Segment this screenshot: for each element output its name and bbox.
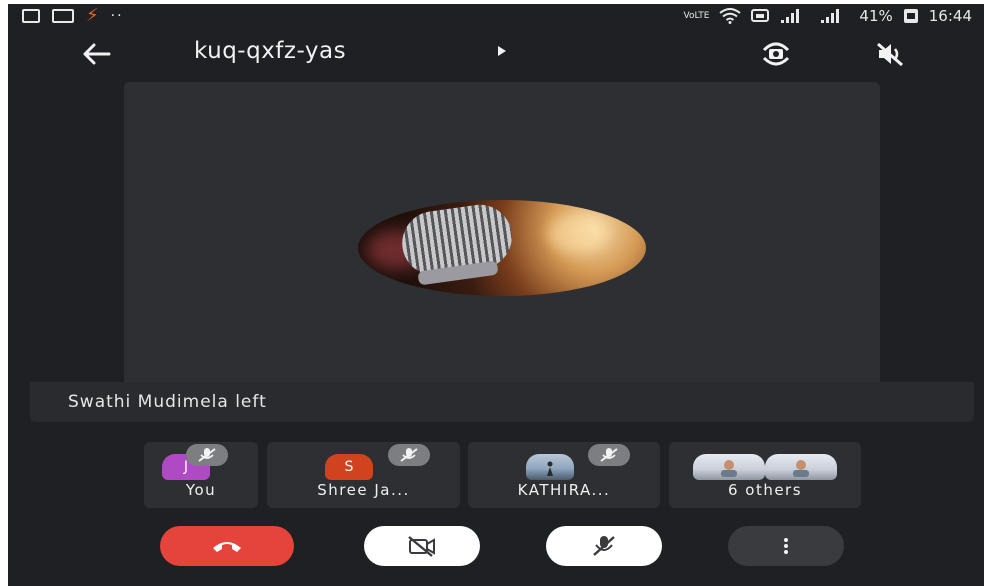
participant-chip-kathira[interactable]: KATHIRA... [468,442,660,508]
switch-camera-icon [762,42,790,66]
mic-off-icon [186,444,228,466]
call-header: kuq-qxfz-yas [8,32,984,76]
meet-screen: ⚡ ·· VoLTE 41% 16:44 kuq-qxfz-yas Swathi… [8,4,984,586]
camera-toggle-button[interactable] [364,526,480,566]
more-dots-icon: ·· [110,8,124,24]
camera-off-icon [408,536,435,557]
mic-off-icon [593,536,615,556]
notice-text: Swathi Mudimela left [68,392,267,412]
participant-name: KATHIRA... [517,481,611,499]
end-call-button[interactable] [160,526,294,566]
avatar-2 [765,454,837,480]
status-bar: ⚡ ·· VoLTE 41% 16:44 [8,4,984,32]
participant-name: Shree Ja... [317,481,410,499]
main-video-tile[interactable] [124,82,880,382]
battery-saver-icon [903,9,918,23]
arrow-back-icon [83,43,111,65]
card-icon [52,9,74,23]
more-options-button[interactable] [728,526,844,566]
mic-toggle-button[interactable] [546,526,662,566]
bolt-icon: ⚡ [86,5,99,26]
speaker-button[interactable] [870,36,910,72]
participant-name: 6 others [727,481,803,499]
avatar-initial: S [344,459,354,475]
participant-chip-others[interactable]: 6 others [669,442,861,508]
switch-camera-button[interactable] [756,36,796,72]
avatar: S [325,454,373,480]
status-right: VoLTE 41% 16:44 [683,7,972,25]
cast-icon [751,9,770,22]
participant-name: You [185,481,217,499]
mic-off-icon [388,444,430,466]
call-controls [8,524,984,570]
signal-icon-2 [821,9,840,23]
battery-percent: 41% [859,7,893,25]
clock: 16:44 [928,7,972,25]
meeting-code[interactable]: kuq-qxfz-yas [194,38,346,64]
avatar [526,454,574,480]
signal-icon [781,9,800,23]
participant-avatar-image [358,200,646,296]
back-button[interactable] [74,34,118,74]
participant-strip: J You S Shree Ja... KATHIRA... 6 others [8,442,984,512]
mic-off-icon [588,444,630,466]
avatar [693,454,765,480]
participant-chip-shree[interactable]: S Shree Ja... [267,442,460,508]
gallery-icon [22,9,40,23]
volte-label: VoLTE [683,10,710,21]
more-vertical-icon [784,538,788,554]
participant-left-notice: Swathi Mudimela left [30,382,974,422]
hang-up-icon [213,542,241,552]
caret-right-icon[interactable] [498,46,506,56]
status-left: ⚡ ·· [22,5,124,26]
participant-chip-you[interactable]: J You [144,442,258,508]
wifi-icon [719,8,742,24]
speaker-off-icon [877,42,903,67]
